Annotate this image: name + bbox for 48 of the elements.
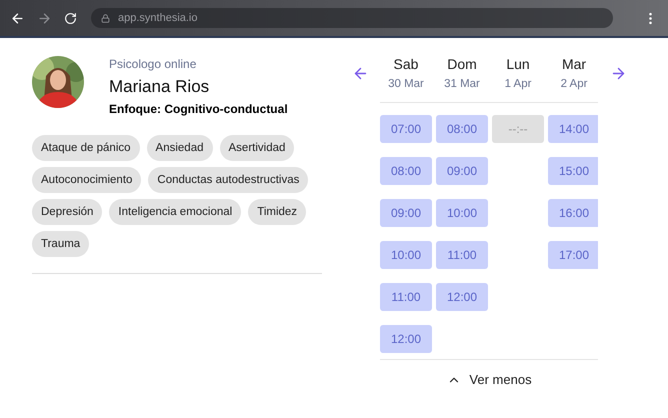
- time-slot[interactable]: 09:00: [436, 157, 488, 185]
- empty-slot: --:--: [492, 115, 544, 143]
- topic-tag: Ansiedad: [146, 135, 212, 161]
- topic-tag: Inteligencia emocional: [109, 199, 242, 225]
- topic-tag: Trauma: [32, 231, 90, 257]
- forward-button[interactable]: [37, 10, 52, 26]
- back-button[interactable]: [10, 10, 25, 26]
- address-bar[interactable]: app.synthesia.io: [91, 8, 613, 28]
- profile-role: Psicologo online: [109, 57, 198, 71]
- profile-focus: Enfoque: Cognitivo-conductual: [109, 102, 288, 116]
- reload-icon: [64, 12, 77, 24]
- time-slot[interactable]: 12:00: [436, 283, 488, 311]
- day-date: 1 Apr: [504, 78, 532, 90]
- time-slot[interactable]: 10:00: [436, 199, 488, 227]
- previous-week-button[interactable]: [352, 65, 369, 82]
- time-slot[interactable]: 11:00: [436, 241, 488, 269]
- day-date: 30 Mar: [388, 78, 424, 90]
- day-name: Sab: [394, 56, 418, 72]
- time-slot[interactable]: 16:00: [548, 199, 598, 227]
- day-date: 2 Apr: [560, 78, 588, 90]
- topic-tag: Autoconocimiento: [32, 167, 142, 193]
- day-name: Lun: [506, 56, 530, 72]
- forward-icon: [37, 10, 52, 26]
- arrow-right-icon: [610, 65, 627, 82]
- time-slot[interactable]: 08:00: [436, 115, 488, 143]
- next-week-button[interactable]: [610, 65, 627, 82]
- topic-tag: Depresión: [32, 199, 102, 225]
- time-slot[interactable]: 09:00: [380, 199, 432, 227]
- time-slot[interactable]: 12:00: [380, 325, 432, 353]
- time-slot[interactable]: 10:00: [380, 241, 432, 269]
- topic-tag: Timidez: [248, 199, 306, 225]
- time-slot[interactable]: 17:00: [548, 241, 598, 269]
- time-slot[interactable]: 11:00: [380, 283, 432, 311]
- profile-name: Mariana Rios: [109, 77, 210, 97]
- show-less-button[interactable]: Ver menos: [447, 372, 532, 387]
- time-slot[interactable]: 14:00: [548, 115, 598, 143]
- topic-tag: Conductas autodestructivas: [148, 167, 308, 193]
- day-name: Dom: [447, 56, 477, 72]
- topic-tag: Asertividad: [220, 135, 294, 161]
- day-name: Mar: [562, 56, 586, 72]
- reload-button[interactable]: [64, 12, 77, 24]
- day-date: 31 Mar: [444, 78, 480, 90]
- time-slot[interactable]: 08:00: [380, 157, 432, 185]
- time-slot[interactable]: 07:00: [380, 115, 432, 143]
- topic-tag: Ataque de pánico: [32, 135, 140, 161]
- back-icon: [10, 10, 25, 26]
- time-slot[interactable]: 15:00: [548, 157, 598, 185]
- lock-icon: [101, 14, 110, 22]
